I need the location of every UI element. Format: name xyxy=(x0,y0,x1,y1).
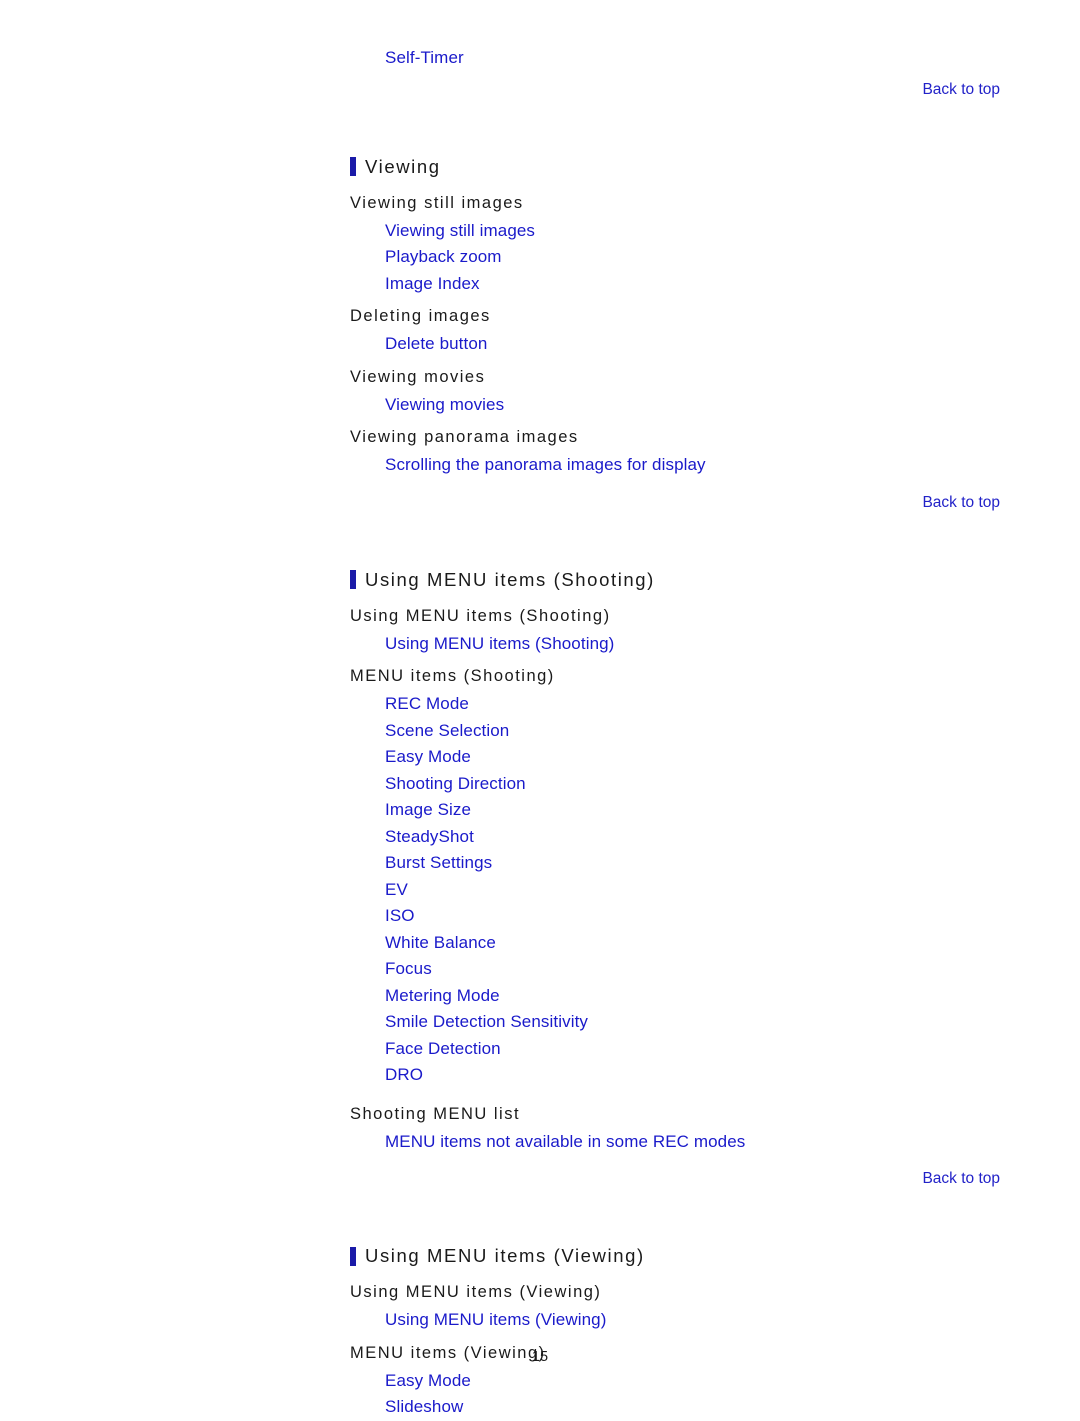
page-number: 15 xyxy=(531,1349,549,1365)
toc-link-viewing-still-images[interactable]: Viewing still images xyxy=(385,218,1040,245)
toc-link-scrolling-panorama-images[interactable]: Scrolling the panorama images for displa… xyxy=(385,452,1040,479)
section-heading-label: Using MENU items (Viewing) xyxy=(365,1245,645,1266)
subheading-viewing-still-images: Viewing still images xyxy=(350,193,524,212)
section-heading-viewing: Viewing xyxy=(350,156,1040,178)
section-heading-using-menu-shooting: Using MENU items (Shooting) xyxy=(350,569,1040,591)
section-heading-using-menu-viewing: Using MENU items (Viewing) xyxy=(350,1245,1040,1267)
toc-content: Self-Timer Back to top Viewing Viewing s… xyxy=(350,0,1040,1421)
section-heading-label: Using MENU items (Shooting) xyxy=(365,568,655,590)
toc-link-shooting-direction[interactable]: Shooting Direction xyxy=(385,771,1040,798)
toc-link-rec-mode[interactable]: REC Mode xyxy=(385,691,1040,718)
toc-link-focus[interactable]: Focus xyxy=(385,956,1040,983)
manual-toc-page: Self-Timer Back to top Viewing Viewing s… xyxy=(0,0,1080,1416)
back-to-top-row-1: Back to top xyxy=(350,80,1040,100)
toc-link-ev[interactable]: EV xyxy=(385,877,1040,904)
toc-link-metering-mode[interactable]: Metering Mode xyxy=(385,983,1040,1010)
section-heading-label: Viewing xyxy=(365,155,441,177)
toc-link-burst-settings[interactable]: Burst Settings xyxy=(385,850,1040,877)
toc-link-white-balance[interactable]: White Balance xyxy=(385,930,1040,957)
subheading-deleting-images: Deleting images xyxy=(350,307,491,325)
toc-link-image-index[interactable]: Image Index xyxy=(385,271,1040,298)
back-to-top-link-1[interactable]: Back to top xyxy=(922,80,1000,100)
toc-link-scene-selection[interactable]: Scene Selection xyxy=(385,718,1040,745)
toc-link-delete-button[interactable]: Delete button xyxy=(385,331,1040,358)
top-orphan-link-group: Self-Timer xyxy=(350,0,1040,72)
back-to-top-link-2[interactable]: Back to top xyxy=(922,493,1000,513)
back-to-top-row-3: Back to top xyxy=(350,1169,1040,1189)
toc-link-steadyshot[interactable]: SteadyShot xyxy=(385,824,1040,851)
back-to-top-row-2: Back to top xyxy=(350,493,1040,513)
section-bar-icon xyxy=(350,157,356,176)
section-bar-icon xyxy=(350,1246,356,1266)
toc-link-image-size[interactable]: Image Size xyxy=(385,797,1040,824)
subheading-menu-items-shooting: MENU items (Shooting) xyxy=(350,667,555,685)
toc-link-self-timer[interactable]: Self-Timer xyxy=(385,45,1040,72)
toc-link-menu-items-not-available[interactable]: MENU items not available in some REC mod… xyxy=(385,1129,1040,1156)
toc-link-viewing-movies[interactable]: Viewing movies xyxy=(385,392,1040,419)
subheading-viewing-panorama-images: Viewing panorama images xyxy=(350,428,579,446)
toc-link-using-menu-items-viewing[interactable]: Using MENU items (Viewing) xyxy=(385,1307,1040,1334)
toc-link-playback-zoom[interactable]: Playback zoom xyxy=(385,244,1040,271)
subheading-shooting-menu-list: Shooting MENU list xyxy=(350,1104,521,1123)
toc-link-easy-mode[interactable]: Easy Mode xyxy=(385,744,1040,771)
toc-link-slideshow[interactable]: Slideshow xyxy=(385,1394,1040,1421)
subheading-using-menu-items-viewing: Using MENU items (Viewing) xyxy=(350,1283,602,1301)
toc-link-dro[interactable]: DRO xyxy=(385,1062,1040,1089)
subheading-using-menu-items-shooting: Using MENU items (Shooting) xyxy=(350,606,611,625)
toc-link-face-detection[interactable]: Face Detection xyxy=(385,1036,1040,1063)
back-to-top-link-3[interactable]: Back to top xyxy=(922,1169,1000,1189)
toc-link-smile-detection-sensitivity[interactable]: Smile Detection Sensitivity xyxy=(385,1009,1040,1036)
subheading-viewing-movies: Viewing movies xyxy=(350,367,486,386)
section-bar-icon xyxy=(350,570,356,589)
toc-link-easy-mode-viewing[interactable]: Easy Mode xyxy=(385,1368,1040,1395)
toc-link-using-menu-items-shooting[interactable]: Using MENU items (Shooting) xyxy=(385,631,1040,658)
toc-link-iso[interactable]: ISO xyxy=(385,903,1040,930)
